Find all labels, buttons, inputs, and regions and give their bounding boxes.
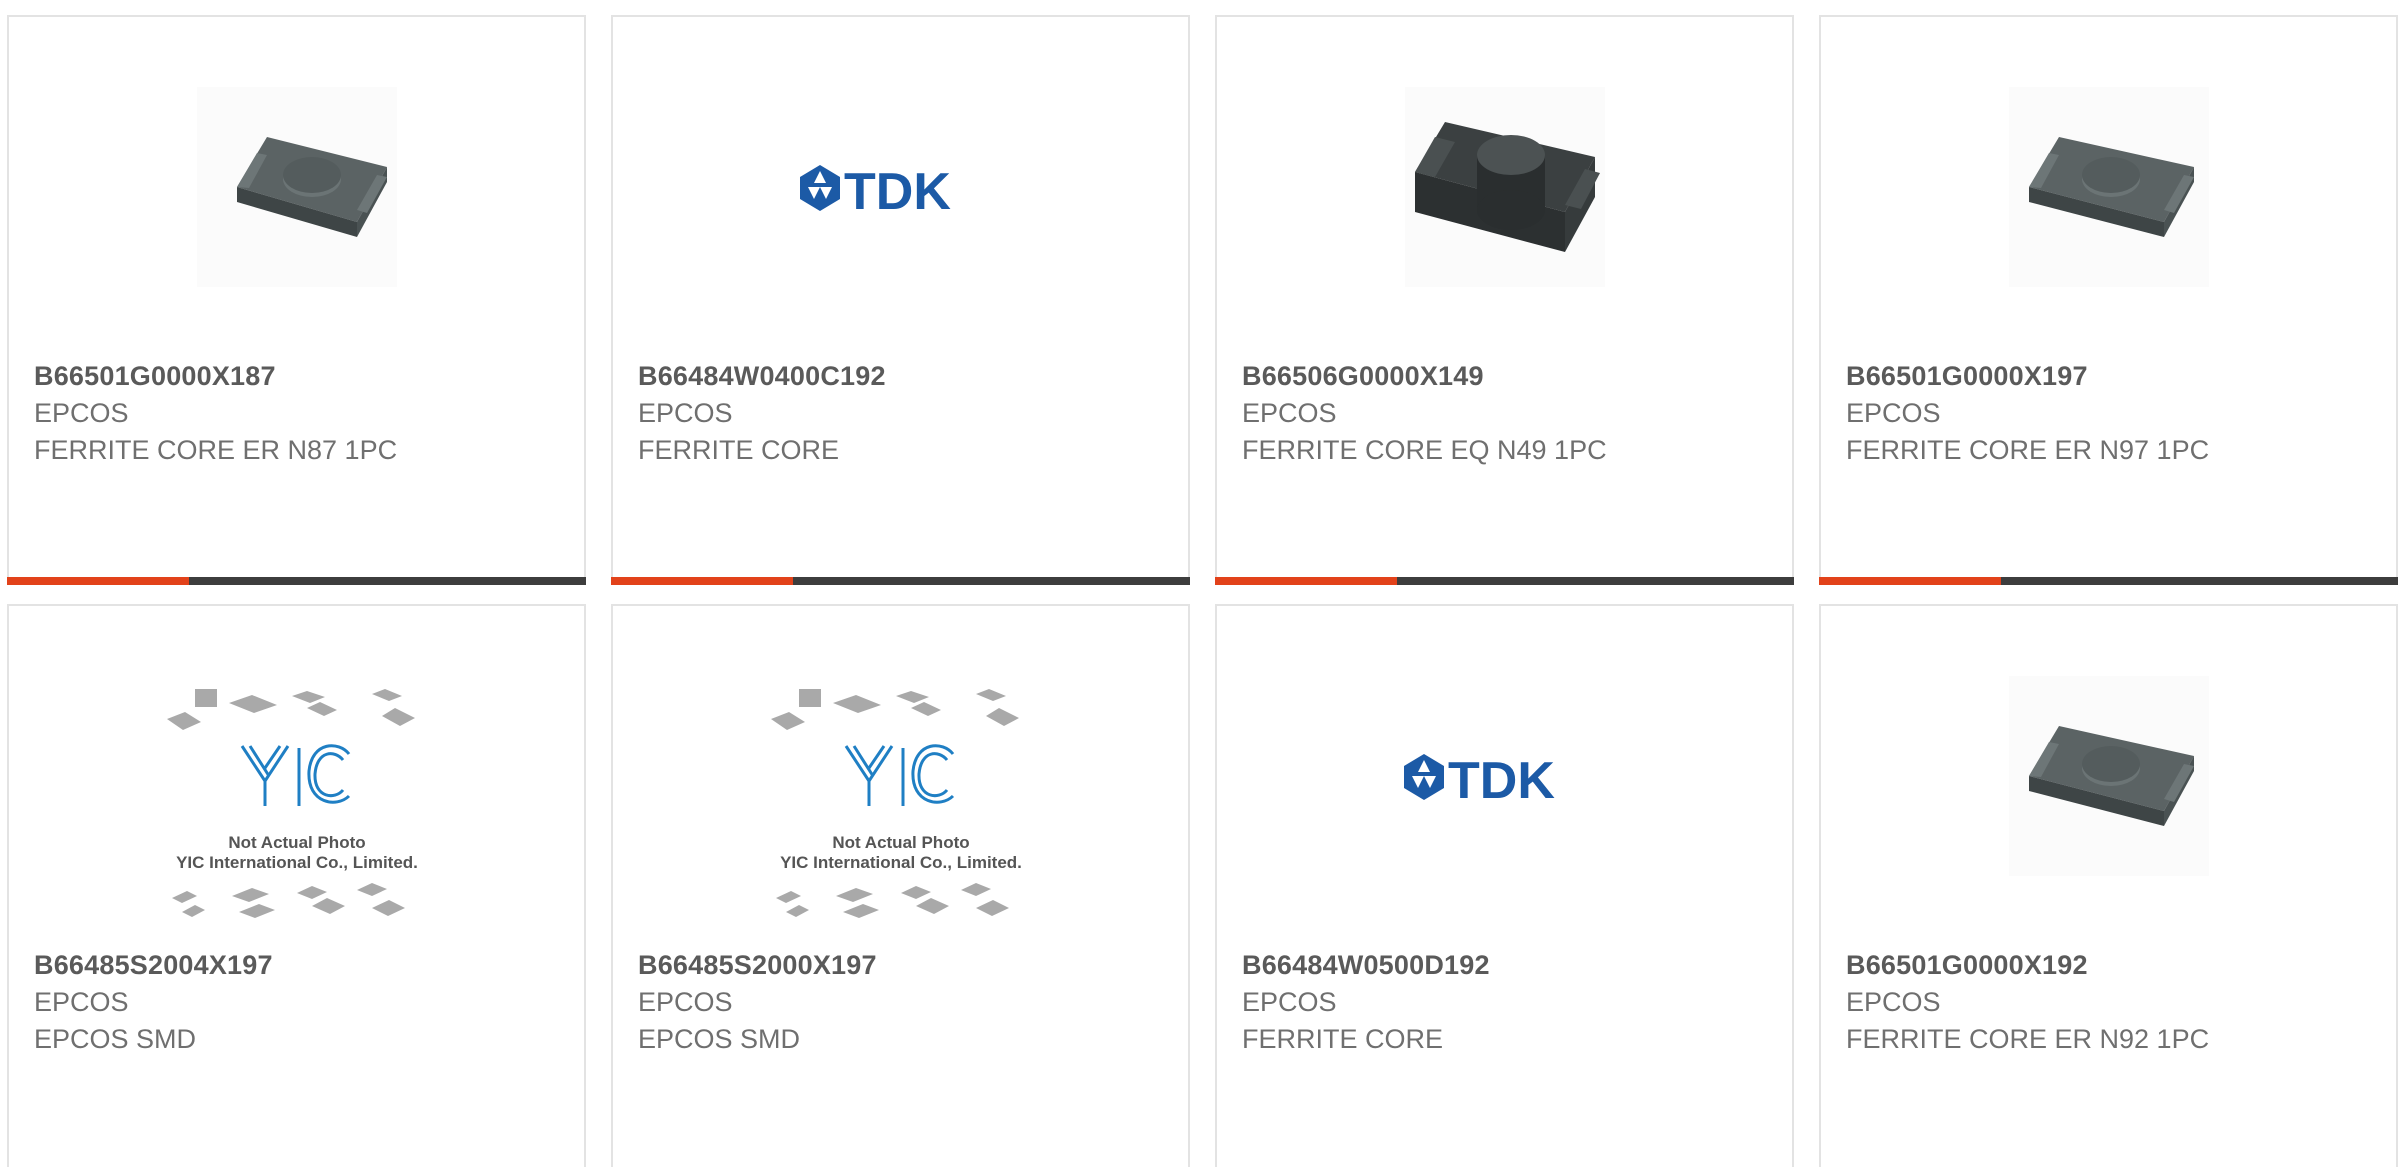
card-hover-bar — [1819, 577, 2398, 585]
product-image[interactable] — [1821, 656, 2396, 896]
manufacturer: EPCOS — [1242, 987, 1337, 1017]
product-image[interactable]: Not Actual Photo YIC International Co., … — [9, 686, 584, 936]
product-card[interactable]: B66501G0000X197 EPCOS FERRITE CORE ER N9… — [1819, 15, 2398, 585]
part-number[interactable]: B66506G0000X149 — [1242, 361, 1484, 392]
product-card[interactable]: Not Actual Photo YIC International Co., … — [7, 604, 586, 1167]
product-card[interactable]: Not Actual Photo YIC International Co., … — [611, 604, 1190, 1167]
product-image[interactable]: TDK — [1217, 656, 1792, 896]
manufacturer: EPCOS — [1242, 398, 1337, 428]
ferrite-core-er-image — [196, 87, 397, 287]
card-hover-bar — [7, 577, 586, 585]
part-number[interactable]: B66484W0400C192 — [638, 361, 886, 392]
manufacturer: EPCOS — [1846, 398, 1941, 428]
product-card[interactable]: TDK B66484W0400C192 EPCOS FERRITE CORE — [611, 15, 1190, 585]
image-caption-2: YIC International Co., Limited. — [176, 853, 418, 872]
description: FERRITE CORE ER N92 1PC — [1846, 1024, 2210, 1054]
product-card[interactable]: TDK B66484W0500D192 EPCOS FERRITE CORE — [1215, 604, 1794, 1167]
part-number[interactable]: B66484W0500D192 — [1242, 950, 1490, 981]
image-caption-1: Not Actual Photo — [832, 833, 969, 852]
manufacturer: EPCOS — [638, 987, 733, 1017]
tdk-logo: TDK — [1403, 752, 1555, 806]
ferrite-core-eq-image — [1404, 87, 1605, 287]
card-hover-bar — [611, 577, 1190, 585]
product-card[interactable]: B66506G0000X149 EPCOS FERRITE CORE EQ N4… — [1215, 15, 1794, 585]
product-image[interactable]: Not Actual Photo YIC International Co., … — [613, 686, 1188, 936]
tdk-logo: TDK — [799, 163, 951, 217]
manufacturer: EPCOS — [1846, 987, 1941, 1017]
product-grid: B66501G0000X187 EPCOS FERRITE CORE ER N8… — [0, 0, 2400, 1167]
product-image[interactable] — [1821, 67, 2396, 307]
description: FERRITE CORE ER N97 1PC — [1846, 435, 2210, 465]
description: EPCOS SMD — [34, 1024, 197, 1054]
image-caption-1: Not Actual Photo — [228, 833, 365, 852]
part-number[interactable]: B66501G0000X187 — [34, 361, 276, 392]
manufacturer: EPCOS — [34, 987, 129, 1017]
product-image[interactable] — [1217, 67, 1792, 307]
tdk-logo-text: TDK — [844, 163, 951, 217]
card-hover-bar-fill — [7, 577, 189, 585]
product-card[interactable]: B66501G0000X187 EPCOS FERRITE CORE ER N8… — [7, 15, 586, 585]
ferrite-core-er-image — [2008, 676, 2209, 876]
card-hover-bar — [1215, 577, 1794, 585]
description: FERRITE CORE EQ N49 1PC — [1242, 435, 1607, 465]
product-card[interactable]: B66501G0000X192 EPCOS FERRITE CORE ER N9… — [1819, 604, 2398, 1167]
product-image[interactable] — [9, 67, 584, 307]
manufacturer: EPCOS — [34, 398, 129, 428]
part-number[interactable]: B66501G0000X197 — [1846, 361, 2088, 392]
card-hover-bar-fill — [1215, 577, 1397, 585]
ferrite-core-er-image — [2008, 87, 2209, 287]
card-hover-bar-fill — [1819, 577, 2001, 585]
yic-placeholder-image: Not Actual Photo YIC International Co., … — [166, 689, 418, 918]
image-caption-2: YIC International Co., Limited. — [780, 853, 1022, 872]
description: FERRITE CORE — [1242, 1024, 1444, 1054]
part-number[interactable]: B66485S2004X197 — [34, 950, 273, 981]
part-number[interactable]: B66501G0000X192 — [1846, 950, 2088, 981]
yic-placeholder-image: Not Actual Photo YIC International Co., … — [770, 689, 1022, 918]
product-image[interactable]: TDK — [613, 67, 1188, 307]
description: EPCOS SMD — [638, 1024, 801, 1054]
part-number[interactable]: B66485S2000X197 — [638, 950, 877, 981]
description: FERRITE CORE ER N87 1PC — [34, 435, 398, 465]
manufacturer: EPCOS — [638, 398, 733, 428]
card-hover-bar-fill — [611, 577, 793, 585]
description: FERRITE CORE — [638, 435, 840, 465]
tdk-logo-text: TDK — [1448, 752, 1555, 806]
